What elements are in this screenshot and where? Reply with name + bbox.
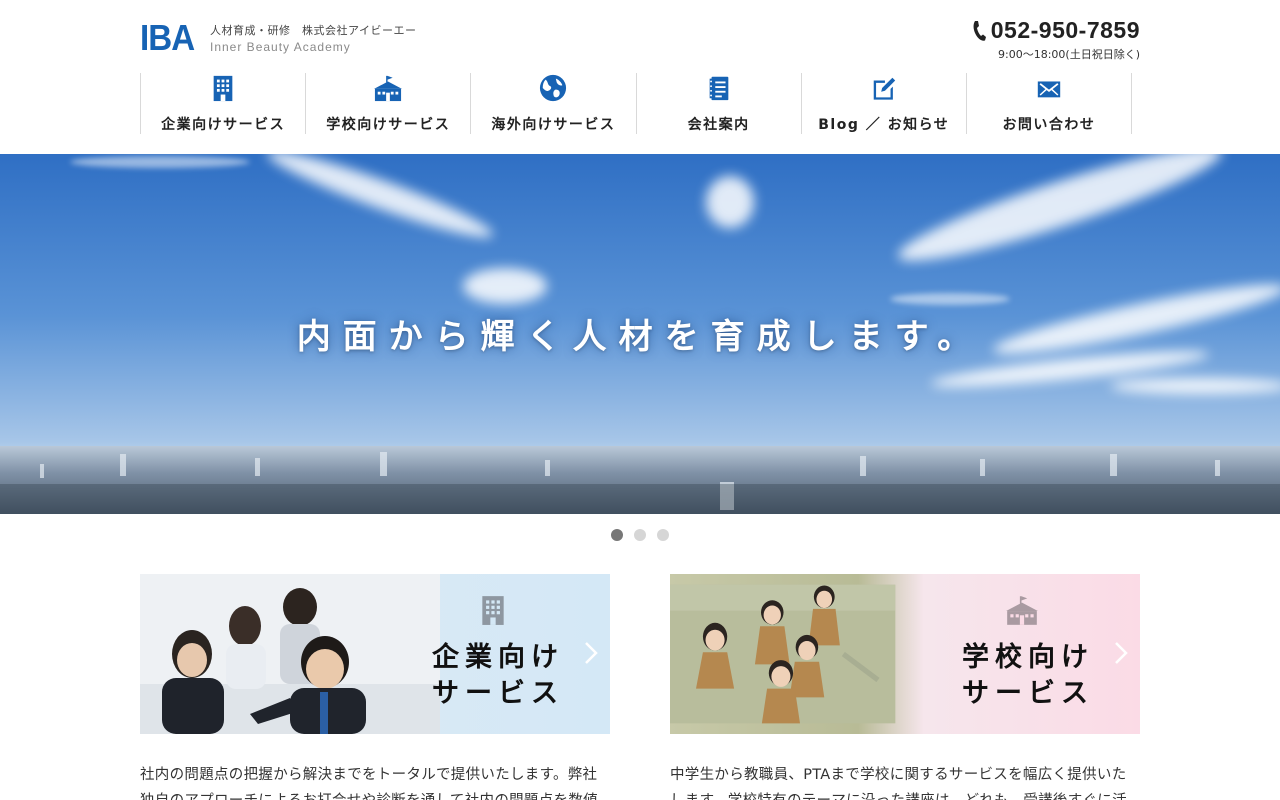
business-hours: 9:00〜18:00(土日祝日除く) <box>998 48 1140 61</box>
nav-item-corporate[interactable]: 企業向けサービス <box>141 73 307 134</box>
company-subname: Inner Beauty Academy <box>210 40 351 54</box>
globe-icon <box>540 74 567 102</box>
nav-item-blog[interactable]: Blog ／ お知らせ <box>802 73 967 134</box>
nav-item-company[interactable]: 会社案内 <box>637 73 802 134</box>
school-icon <box>374 75 403 102</box>
nav-item-school[interactable]: 学校向けサービス <box>306 73 472 134</box>
corporate-photo <box>140 574 440 734</box>
global-nav: 企業向けサービス 学校向けサービス 海外向けサービス 会社案内 Blog ／ お… <box>140 73 1133 134</box>
card-title-line2: サービス <box>962 678 1094 709</box>
card-title-line2: サービス <box>432 678 564 709</box>
slider-dots <box>0 529 1280 541</box>
school-service-description: 中学生から教職員、PTAまで学校に関するサービスを幅広く提供いたします。学校特有… <box>670 767 1127 800</box>
phone-number[interactable]: 052-950-7859 <box>991 17 1140 44</box>
phone-icon <box>973 20 986 41</box>
nav-label: 企業向けサービス <box>161 117 286 133</box>
corporate-service-card[interactable]: 企業向け サービス <box>140 574 610 734</box>
nav-item-contact[interactable]: お問い合わせ <box>967 73 1133 134</box>
nav-label: Blog ／ お知らせ <box>818 117 950 133</box>
hero-slider[interactable]: 内面から輝く人材を育成します。 <box>0 154 1280 514</box>
document-icon <box>709 76 728 101</box>
corporate-service-description: 社内の問題点の把握から解決までをトータルで提供いたします。弊社独自のアプローチに… <box>140 767 598 800</box>
school-service-card[interactable]: 学校向け サービス <box>670 574 1140 734</box>
card-title-line1: 企業向け <box>432 642 564 673</box>
logo-mark[interactable]: IBA <box>140 20 195 56</box>
building-icon <box>213 75 233 102</box>
card-title: 学校向け サービス <box>962 640 1094 712</box>
card-title: 企業向け サービス <box>432 640 564 712</box>
site-header: IBA 人材育成・研修 株式会社アイビーエー Inner Beauty Acad… <box>0 0 1280 154</box>
chevron-right-icon <box>1115 642 1128 664</box>
nav-label: お問い合わせ <box>1002 117 1096 133</box>
nav-item-overseas[interactable]: 海外向けサービス <box>471 73 637 134</box>
nav-label: 海外向けサービス <box>491 117 616 133</box>
slider-dot-2[interactable] <box>634 529 646 541</box>
edit-icon <box>873 77 895 100</box>
nav-label: 会社案内 <box>687 117 750 133</box>
mail-icon <box>1037 81 1061 98</box>
chevron-right-icon <box>585 642 598 664</box>
phone[interactable]: 052-950-7859 <box>971 17 1140 44</box>
school-icon <box>1006 596 1038 625</box>
contact-block: 052-950-7859 9:00〜18:00(土日祝日除く) <box>971 17 1140 62</box>
slider-dot-1[interactable] <box>611 529 623 541</box>
building-icon <box>482 596 504 625</box>
school-photo <box>670 584 896 724</box>
slider-dot-3[interactable] <box>657 529 669 541</box>
nav-label: 学校向けサービス <box>326 117 451 133</box>
hero-copy: 内面から輝く人材を育成します。 <box>296 317 984 357</box>
card-title-line1: 学校向け <box>962 642 1094 673</box>
company-tagline: 人材育成・研修 株式会社アイビーエー <box>210 24 417 37</box>
